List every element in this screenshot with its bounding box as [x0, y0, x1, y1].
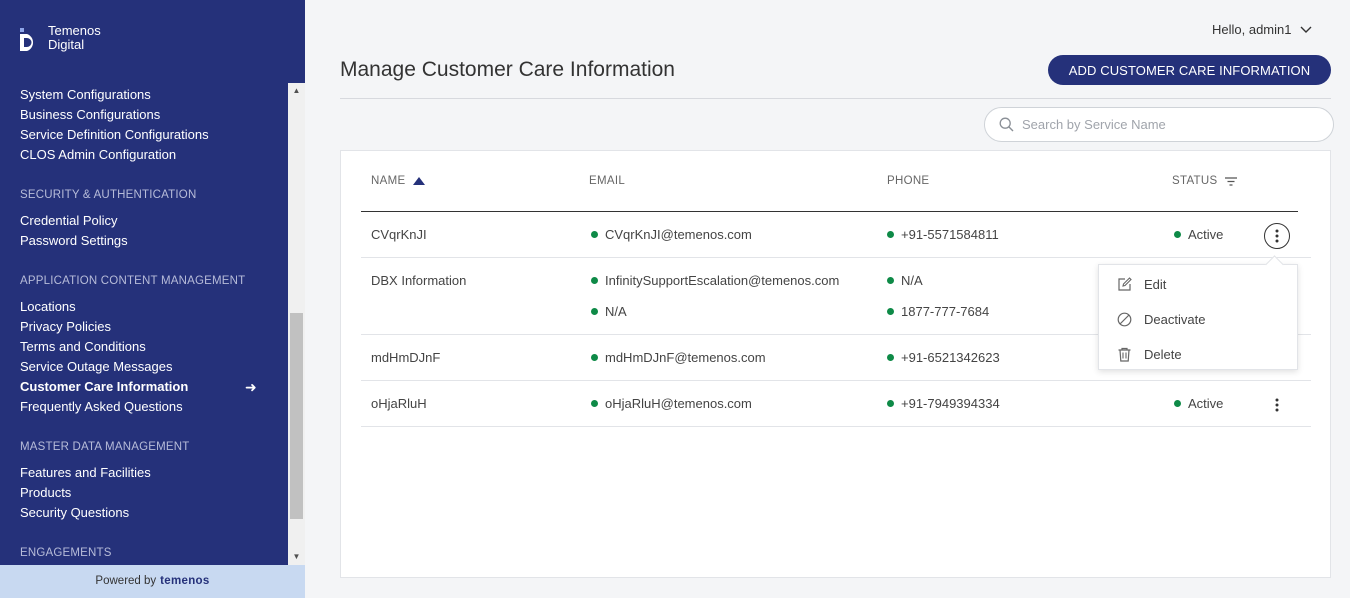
cell-phone-secondary: 1877-777-7684 — [887, 304, 989, 319]
column-header-name[interactable]: NAME — [371, 175, 426, 187]
status-dot — [591, 231, 598, 239]
row-actions-button[interactable] — [1264, 223, 1290, 249]
more-vertical-icon — [1275, 229, 1279, 243]
status-dot — [887, 400, 894, 408]
brand-line-1: Temenos — [48, 23, 101, 38]
nav-item-system-configurations[interactable]: System Configurations — [20, 85, 288, 105]
arrow-right-icon: ➜ — [245, 379, 257, 395]
column-header-phone: PHONE — [887, 175, 930, 187]
trash-icon — [1118, 347, 1131, 362]
chevron-down-icon — [1300, 26, 1311, 33]
search-box[interactable] — [984, 107, 1334, 142]
cell-name: mdHmDJnF — [371, 350, 441, 365]
cell-phone: +91-5571584811 — [887, 227, 999, 242]
cell-phone: N/A — [887, 273, 923, 288]
cell-phone: +91-6521342623 — [887, 350, 1000, 365]
filter-icon[interactable] — [1225, 176, 1238, 186]
scroll-up-icon[interactable]: ▲ — [288, 83, 305, 99]
cell-name: DBX Information — [371, 273, 467, 288]
powered-by-label: Powered by — [95, 575, 157, 587]
status-dot — [887, 308, 894, 316]
cell-email-secondary: N/A — [591, 304, 627, 319]
cell-phone: +91-7949394334 — [887, 396, 1000, 411]
cell-name: CVqrKnJI — [371, 227, 427, 242]
scroll-down-icon[interactable]: ▼ — [288, 549, 305, 565]
nav-item-privacy-policies[interactable]: Privacy Policies — [20, 317, 288, 337]
user-greeting: Hello, admin1 — [1212, 22, 1292, 37]
nav-section-content: APPLICATION CONTENT MANAGEMENT — [20, 275, 246, 287]
brand-line-2: Digital — [48, 37, 85, 52]
row-actions-menu: Edit Deactivate Delete — [1098, 264, 1298, 370]
cell-email: CVqrKnJI@temenos.com — [591, 227, 752, 242]
nav-item-clos-admin-configuration[interactable]: CLOS Admin Configuration — [20, 145, 288, 165]
sort-ascending-icon[interactable] — [413, 177, 426, 185]
powered-by-brand: temenos — [160, 575, 210, 587]
deactivate-icon — [1117, 312, 1132, 326]
scroll-thumb[interactable] — [290, 313, 303, 519]
temenos-logo-icon — [20, 28, 34, 51]
brand-logo[interactable]: Temenos Digital — [18, 24, 101, 52]
nav-item-business-configurations[interactable]: Business Configurations — [20, 105, 288, 125]
nav-item-credential-policy[interactable]: Credential Policy — [20, 211, 288, 231]
table-row: CVqrKnJI CVqrKnJI@temenos.com +91-557158… — [361, 212, 1311, 258]
nav-item-label: Customer Care Information — [20, 379, 189, 394]
nav-item-terms-and-conditions[interactable]: Terms and Conditions — [20, 337, 288, 357]
nav-item-locations[interactable]: Locations — [20, 297, 288, 317]
cell-email: oHjaRluH@temenos.com — [591, 396, 752, 411]
cell-email: mdHmDJnF@temenos.com — [591, 350, 766, 365]
status-dot — [591, 400, 598, 408]
edit-icon — [1118, 276, 1132, 291]
column-header-status[interactable]: STATUS — [1172, 175, 1238, 187]
table-row: oHjaRluH oHjaRluH@temenos.com +91-794939… — [361, 381, 1311, 427]
column-header-email: EMAIL — [589, 175, 626, 187]
sidebar-nav: System Configurations Business Configura… — [0, 83, 288, 565]
nav-item-security-questions[interactable]: Security Questions — [20, 503, 288, 523]
status-dot — [1174, 400, 1181, 408]
add-customer-care-button[interactable]: ADD CUSTOMER CARE INFORMATION — [1048, 55, 1331, 85]
page-title: Manage Customer Care Information — [340, 58, 675, 81]
status-dot — [591, 277, 598, 285]
nav-section-security: SECURITY & AUTHENTICATION — [20, 189, 197, 201]
nav-section-master-data: MASTER DATA MANAGEMENT — [20, 441, 190, 453]
nav-item-service-definition-configurations[interactable]: Service Definition Configurations — [20, 125, 288, 145]
cell-status: Active — [1174, 227, 1223, 242]
status-dot — [591, 308, 598, 316]
header-divider — [340, 98, 1331, 99]
search-icon — [999, 117, 1014, 132]
nav-item-customer-care-information[interactable]: Customer Care Information ➜ — [20, 377, 288, 397]
status-dot — [591, 354, 598, 362]
sidebar: Temenos Digital System Configurations Bu… — [0, 0, 305, 598]
cell-email: InfinitySupportEscalation@temenos.com — [591, 273, 839, 288]
nav-item-service-outage-messages[interactable]: Service Outage Messages — [20, 357, 288, 377]
menu-item-deactivate[interactable]: Deactivate — [1117, 309, 1205, 329]
row-actions-button[interactable] — [1264, 392, 1290, 418]
status-dot — [1174, 231, 1181, 239]
sidebar-scrollbar[interactable]: ▲ ▼ — [288, 83, 305, 565]
status-dot — [887, 231, 894, 239]
cell-status: Active — [1174, 396, 1223, 411]
nav-item-password-settings[interactable]: Password Settings — [20, 231, 288, 251]
cell-name: oHjaRluH — [371, 396, 427, 411]
more-vertical-icon — [1275, 398, 1279, 412]
user-menu[interactable]: Hello, admin1 — [1212, 22, 1312, 37]
menu-item-delete[interactable]: Delete — [1117, 344, 1182, 364]
nav-section-engagements: ENGAGEMENTS — [20, 547, 112, 559]
nav-item-products[interactable]: Products — [20, 483, 288, 503]
powered-by-footer: Powered by temenos — [0, 565, 305, 598]
search-input[interactable] — [1022, 117, 1322, 132]
status-dot — [887, 354, 894, 362]
nav-item-features-and-facilities[interactable]: Features and Facilities — [20, 463, 288, 483]
menu-item-edit[interactable]: Edit — [1117, 274, 1166, 294]
status-dot — [887, 277, 894, 285]
nav-item-faq[interactable]: Frequently Asked Questions — [20, 397, 288, 417]
